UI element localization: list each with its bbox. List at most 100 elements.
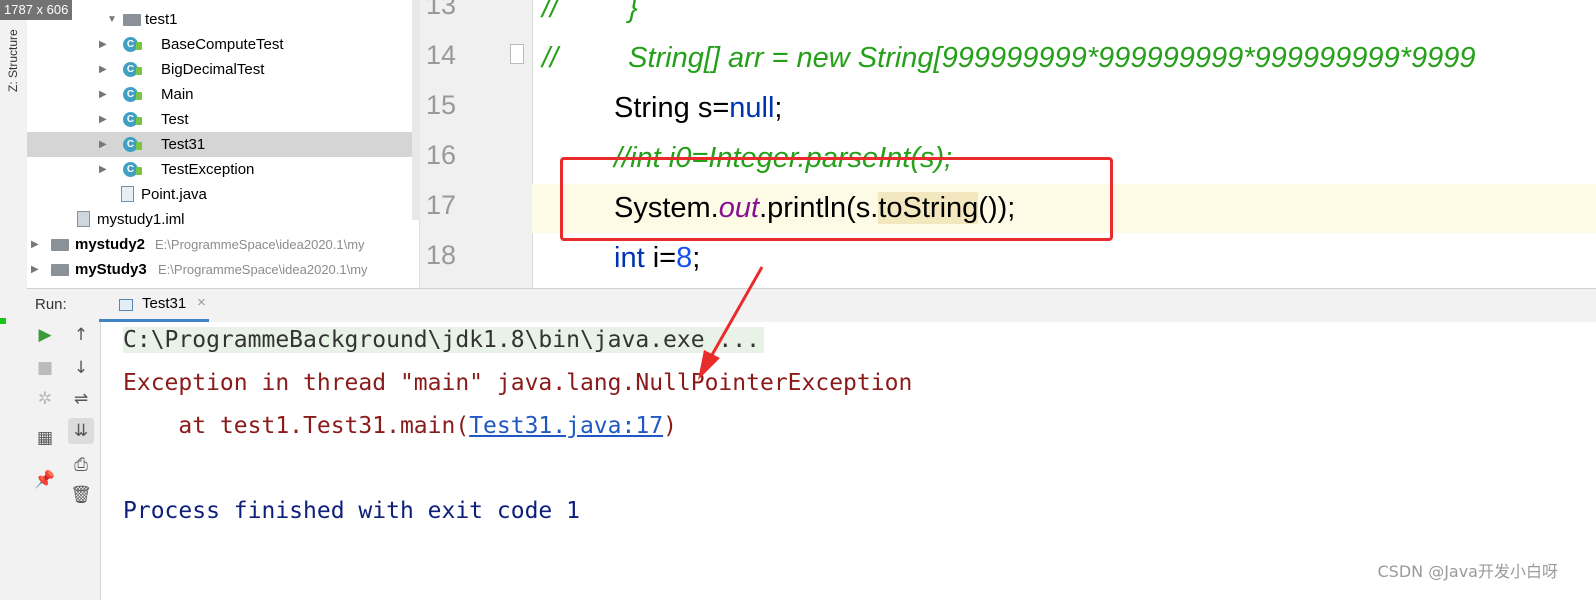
- stack-trace-text: at test1.Test31.main(: [123, 413, 470, 439]
- code-line-15: String s=null;: [532, 84, 1596, 133]
- play-icon[interactable]: ▶: [32, 322, 58, 348]
- tree-item-label: Main: [161, 86, 194, 103]
- line-number: 14: [426, 40, 457, 70]
- chevron-right-icon[interactable]: ▶: [31, 232, 39, 257]
- annotation-arrow-head: [698, 350, 720, 380]
- folder-icon: [123, 14, 141, 26]
- dimension-label: 1787 x 606: [0, 0, 73, 20]
- comment-prefix: //: [542, 0, 559, 24]
- chevron-right-icon[interactable]: ▶: [99, 157, 107, 182]
- stack-trace-text: ): [663, 413, 677, 439]
- tab-label: Test31: [142, 295, 187, 312]
- chevron-right-icon[interactable]: ▶: [31, 257, 39, 282]
- class-icon: C: [123, 137, 142, 152]
- annotation-arrow: [698, 266, 764, 380]
- tree-item-label: TestException: [161, 161, 255, 178]
- chevron-down-icon[interactable]: ▼: [107, 7, 117, 32]
- line-number: 15: [426, 90, 457, 120]
- annotation-highlight-box: [560, 157, 1113, 241]
- tree-item-bigdecimaltest[interactable]: ▶ C BigDecimalTest: [27, 57, 419, 82]
- class-icon: C: [123, 162, 142, 177]
- tab-test31[interactable]: Test31 ×: [99, 289, 209, 322]
- console-command: C:\ProgrammeBackground\jdk1.8\bin\java.e…: [123, 327, 764, 353]
- layout-icon[interactable]: ▦: [32, 425, 58, 451]
- chevron-right-icon[interactable]: ▶: [99, 107, 107, 132]
- tree-item-label: myStudy3: [75, 261, 147, 278]
- run-toolbar-primary: ▶ ■ ✲ ▦ 📌: [27, 322, 64, 600]
- fold-marker-icon[interactable]: [510, 44, 524, 64]
- code-token: String: [614, 92, 690, 124]
- tree-item-mystudy3[interactable]: ▶ myStudy3 E:\ProgrammeSpace\idea2020.1\…: [27, 257, 419, 282]
- tree-item-path: E:\ProgrammeSpace\idea2020.1\my: [158, 262, 368, 277]
- keyword-token: int: [614, 242, 645, 274]
- line-number: 18: [426, 240, 457, 270]
- tree-item-label: test1: [145, 11, 178, 28]
- class-icon: C: [123, 37, 142, 52]
- tree-item-main[interactable]: ▶ C Main: [27, 82, 419, 107]
- console-line: at test1.Test31.main(Test31.java:17): [123, 408, 677, 444]
- chevron-right-icon[interactable]: ▶: [99, 132, 107, 157]
- tree-item-label: mystudy1.iml: [97, 211, 185, 228]
- tree-item-basecomputetest[interactable]: ▶ C BaseComputeTest: [27, 32, 419, 57]
- tree-item-test31[interactable]: ▶ C Test31: [27, 132, 419, 157]
- tree-item-path: E:\ProgrammeSpace\idea2020.1\my: [155, 237, 365, 252]
- code-line-14: // String[] arr = new String[999999999*99…: [532, 34, 1596, 83]
- console-line: C:\ProgrammeBackground\jdk1.8\bin\java.e…: [123, 322, 764, 358]
- stop-icon[interactable]: ■: [32, 355, 58, 381]
- project-tree: ▼ test1 ▶ C BaseComputeTest ▶ C BigDecim…: [27, 0, 420, 288]
- tree-item-mystudy2[interactable]: ▶ mystudy2 E:\ProgrammeSpace\idea2020.1\…: [27, 232, 419, 257]
- tree-item-label: Point.java: [141, 186, 207, 203]
- console-line: Exception in thread "main" java.lang.Nul…: [123, 370, 913, 396]
- chevron-right-icon[interactable]: ▶: [99, 82, 107, 107]
- keyword-token: null: [729, 92, 775, 124]
- run-toolbar-secondary: ↑ ↓ ⇌ ⇊ ⎙ 🗑: [63, 322, 101, 600]
- comment-text: }: [628, 0, 638, 24]
- tree-item-testexception[interactable]: ▶ C TestException: [27, 157, 419, 182]
- scroll-to-end-icon[interactable]: ⇊: [68, 418, 94, 444]
- comment-prefix: //: [542, 42, 559, 74]
- tree-item-test[interactable]: ▶ C Test: [27, 107, 419, 132]
- module-folder-icon: [51, 239, 69, 251]
- soft-wrap-icon[interactable]: ⇌: [68, 386, 94, 412]
- run-panel-header: Run: Test31 ×: [27, 288, 1596, 323]
- structure-tool-button[interactable]: Z: Structure: [6, 29, 20, 92]
- line-number: 13: [426, 0, 457, 20]
- tree-scrollbar[interactable]: [412, 0, 420, 220]
- code-token: ;: [774, 92, 783, 124]
- code-token: i=: [644, 242, 677, 274]
- chevron-right-icon[interactable]: ▶: [99, 32, 107, 57]
- source-link[interactable]: Test31.java:17: [469, 413, 663, 439]
- close-icon[interactable]: ×: [197, 294, 206, 311]
- code-editor[interactable]: 13 14 15 16 17 18 //} // String[] arr = n…: [420, 0, 1596, 288]
- chevron-right-icon[interactable]: ▶: [99, 57, 107, 82]
- tree-item-point-java[interactable]: Point.java: [27, 182, 419, 207]
- arrow-down-icon[interactable]: ↓: [68, 355, 94, 381]
- module-file-icon: [77, 211, 90, 227]
- class-icon: C: [123, 62, 142, 77]
- trash-icon[interactable]: 🗑: [68, 482, 94, 508]
- watermark: CSDN @Java开发小白呀: [1377, 562, 1558, 581]
- left-tool-strip: Z: Structure: [0, 0, 28, 600]
- tree-item-label: Test: [161, 111, 189, 128]
- debug-icon[interactable]: ✲: [32, 386, 58, 412]
- console-line: Process finished with exit code 1: [123, 498, 580, 524]
- console-output[interactable]: C:\ProgrammeBackground\jdk1.8\bin\java.e…: [101, 322, 1596, 600]
- arrow-up-icon[interactable]: ↑: [68, 322, 94, 348]
- line-number: 17: [426, 190, 457, 220]
- selection-handle: [0, 318, 6, 324]
- tree-item-mystudy1-iml[interactable]: mystudy1.iml: [27, 207, 419, 232]
- pin-icon[interactable]: 📌: [32, 467, 58, 493]
- run-label: Run:: [35, 296, 67, 313]
- print-icon[interactable]: ⎙: [68, 452, 94, 478]
- code-line-13: //}: [532, 0, 1596, 33]
- annotation-arrow-line: [706, 266, 764, 363]
- comment-text: String[] arr = new String[999999999*9999…: [628, 42, 1476, 74]
- tree-item-test1[interactable]: ▼ test1: [27, 7, 419, 32]
- tree-item-label: mystudy2: [75, 236, 146, 253]
- java-file-icon: [121, 186, 134, 202]
- class-icon: C: [123, 87, 142, 102]
- class-icon: C: [123, 112, 142, 127]
- tree-item-label: Test31: [161, 136, 206, 153]
- line-number: 16: [426, 140, 457, 170]
- module-folder-icon: [51, 264, 69, 276]
